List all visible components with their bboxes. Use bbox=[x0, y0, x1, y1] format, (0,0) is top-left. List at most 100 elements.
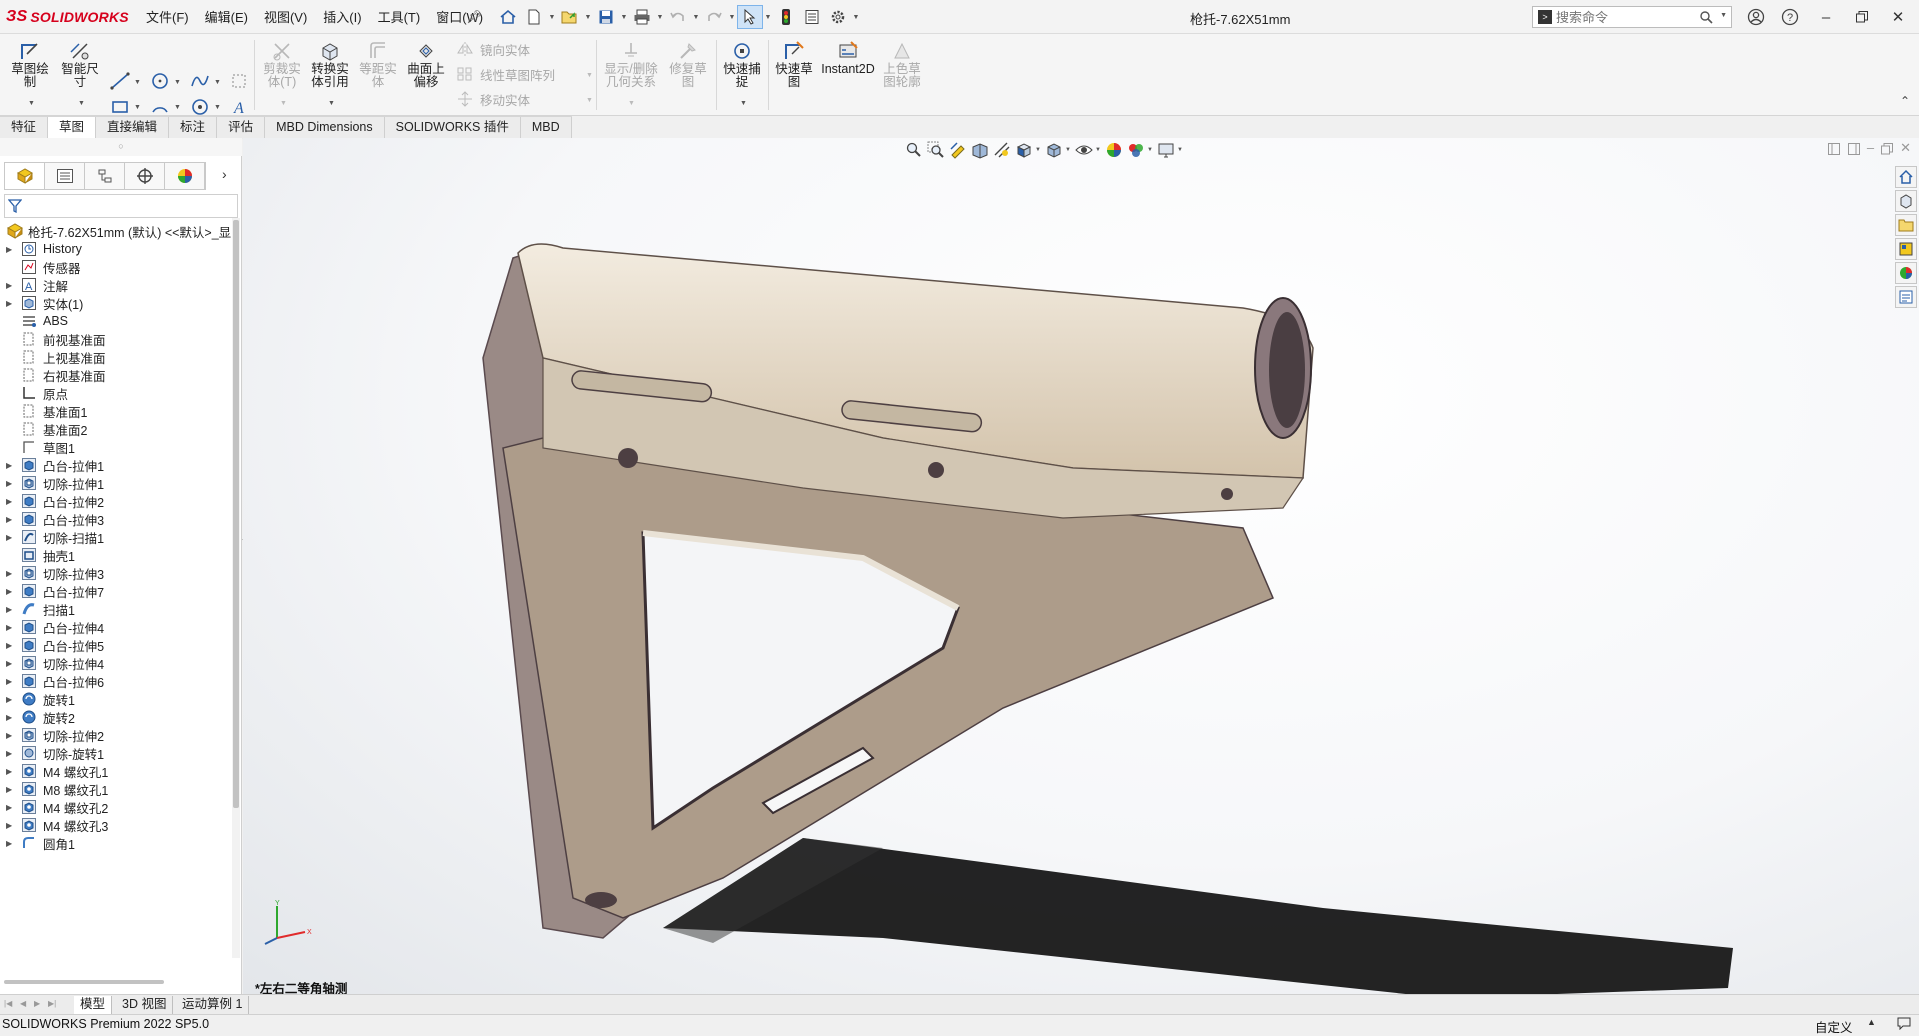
tree-item[interactable]: ▶ 切除-拉伸4 bbox=[6, 654, 104, 672]
tree-item[interactable]: ▶ 凸台-拉伸5 bbox=[6, 636, 104, 654]
display-manager-tab-icon[interactable] bbox=[165, 163, 205, 189]
menu-file[interactable]: 文件(F) bbox=[138, 9, 197, 27]
linear-pattern-button[interactable]: 线性草图阵列 bbox=[456, 63, 555, 85]
tree-item[interactable]: ▶ 旋转2 bbox=[6, 708, 75, 726]
last-tab-icon[interactable]: ▶| bbox=[48, 999, 56, 1008]
expand-arrow-icon[interactable]: ▶ bbox=[6, 605, 20, 614]
chevron-down-icon[interactable]: ▼ bbox=[174, 104, 181, 111]
expand-arrow-icon[interactable]: ▶ bbox=[6, 245, 20, 254]
expand-arrow-icon[interactable]: ▶ bbox=[6, 785, 20, 794]
undo-icon[interactable] bbox=[665, 5, 691, 29]
menu-tools[interactable]: 工具(T) bbox=[370, 9, 429, 27]
mirror-entities-button[interactable]: 镜向实体 bbox=[456, 38, 530, 60]
tab-motion-study[interactable]: 运动算例 1 bbox=[176, 996, 250, 1014]
tree-filter[interactable] bbox=[4, 194, 238, 218]
chevron-down-icon[interactable]: ▼ bbox=[328, 100, 335, 107]
property-manager-tab-icon[interactable] bbox=[45, 163, 85, 189]
tree-item[interactable]: ▶ 凸台-拉伸1 bbox=[6, 456, 104, 474]
tree-item[interactable]: ▶ 圆角1 bbox=[6, 834, 75, 852]
shaded-sketch-button[interactable]: 上色草图轮廓 bbox=[878, 38, 926, 89]
dimxpert-manager-tab-icon[interactable] bbox=[125, 163, 165, 189]
tree-item[interactable]: ▶ 凸台-拉伸4 bbox=[6, 618, 104, 636]
expand-arrow-icon[interactable]: ▶ bbox=[6, 839, 20, 848]
rifle-stock-model[interactable] bbox=[243, 138, 1919, 994]
chevron-down-icon[interactable]: ▼ bbox=[280, 100, 287, 107]
search-box[interactable]: > ▼ bbox=[1532, 6, 1732, 28]
sketch-button[interactable]: 草图绘制 bbox=[6, 38, 54, 89]
next-tab-icon[interactable]: ▶ bbox=[34, 999, 40, 1008]
chevron-down-icon[interactable]: ▼ bbox=[78, 100, 85, 107]
expand-arrow-icon[interactable]: ▶ bbox=[6, 281, 20, 290]
chevron-down-icon[interactable]: ▼ bbox=[628, 100, 635, 107]
tree-item[interactable]: 基准面1 bbox=[6, 402, 87, 420]
expand-arrow-icon[interactable]: ▶ bbox=[6, 479, 20, 488]
save-icon[interactable] bbox=[593, 5, 619, 29]
chevron-down-icon[interactable]: ▼ bbox=[134, 79, 141, 86]
menu-insert[interactable]: 插入(I) bbox=[315, 9, 369, 27]
menu-edit[interactable]: 编辑(E) bbox=[197, 9, 256, 27]
previous-tab-icon[interactable]: ◀ bbox=[20, 999, 26, 1008]
feature-manager-tab-icon[interactable] bbox=[5, 163, 45, 189]
tree-item[interactable]: 抽壳1 bbox=[6, 546, 75, 564]
graphics-area[interactable]: ▼ ▼ ▼ ▼ ▼ – ✕ Y X *左右二等角轴测 bbox=[243, 138, 1919, 994]
expand-arrow-icon[interactable]: ▶ bbox=[6, 659, 20, 668]
expand-arrow-icon[interactable]: ▶ bbox=[6, 731, 20, 740]
expand-arrow-icon[interactable]: ▶ bbox=[6, 533, 20, 542]
tree-item[interactable]: 草图1 bbox=[6, 438, 75, 456]
smart-dimension-button[interactable]: 智能尺寸 bbox=[56, 38, 104, 89]
construction-geometry-icon[interactable] bbox=[230, 72, 248, 93]
tree-item[interactable]: 原点 bbox=[6, 384, 68, 402]
chevron-down-icon[interactable]: ▼ bbox=[727, 5, 737, 29]
chevron-down-icon[interactable]: ▼ bbox=[547, 5, 557, 29]
first-tab-icon[interactable]: |◀ bbox=[4, 999, 12, 1008]
print-icon[interactable] bbox=[629, 5, 655, 29]
chevron-down-icon[interactable]: ▼ bbox=[655, 5, 665, 29]
chevron-down-icon[interactable]: ▼ bbox=[134, 104, 141, 111]
tree-item[interactable]: ▶ 旋转1 bbox=[6, 690, 75, 708]
solidworks-logo[interactable]: ЗS SOLIDWORKS bbox=[6, 7, 129, 27]
chevron-down-icon[interactable]: ▼ bbox=[583, 5, 593, 29]
user-account-icon[interactable] bbox=[1744, 6, 1768, 28]
feedback-chat-icon[interactable] bbox=[1896, 1016, 1912, 1033]
tree-vertical-scrollbar[interactable] bbox=[232, 218, 240, 958]
tab-direct-editing[interactable]: 直接编辑 bbox=[96, 117, 170, 139]
chevron-down-icon[interactable]: ▼ bbox=[1720, 12, 1727, 19]
spline-icon[interactable] bbox=[190, 72, 210, 93]
expand-arrow-icon[interactable]: ▶ bbox=[6, 695, 20, 704]
tree-item[interactable]: ▶ 扫描1 bbox=[6, 600, 75, 618]
tree-item[interactable]: ▶ History bbox=[6, 240, 82, 258]
expand-arrow-icon[interactable]: ▶ bbox=[6, 713, 20, 722]
tree-item[interactable]: ▶ M4 螺纹孔3 bbox=[6, 816, 108, 834]
tree-item[interactable]: ▶ 切除-拉伸2 bbox=[6, 726, 104, 744]
trim-entities-button[interactable]: 剪裁实体(T) bbox=[258, 38, 306, 89]
chevron-down-icon[interactable]: ▼ bbox=[174, 79, 181, 86]
filter-icon[interactable] bbox=[7, 199, 23, 216]
tab-mbd-dimensions[interactable]: MBD Dimensions bbox=[265, 117, 385, 139]
instant2d-button[interactable]: Instant2D bbox=[820, 38, 876, 76]
search-icon[interactable] bbox=[1699, 10, 1713, 27]
tree-item[interactable]: ▶ 凸台-拉伸6 bbox=[6, 672, 104, 690]
offset-on-surface-button[interactable]: 曲面上偏移 bbox=[402, 38, 450, 89]
select-cursor-icon[interactable] bbox=[737, 5, 763, 29]
new-document-icon[interactable] bbox=[521, 5, 547, 29]
tab-sketch[interactable]: 草图 bbox=[48, 117, 97, 139]
panel-grip[interactable]: ○ bbox=[0, 138, 242, 156]
chevron-down-icon[interactable]: ▼ bbox=[619, 5, 629, 29]
expand-arrow-icon[interactable]: ▶ bbox=[6, 497, 20, 506]
chevron-down-icon[interactable]: ▼ bbox=[740, 100, 747, 107]
rapid-sketch-button[interactable]: 快速草图 bbox=[770, 38, 818, 89]
tree-root-part[interactable]: 枪托-7.62X51mm (默认) <<默认>_显 bbox=[6, 222, 231, 240]
tree-item[interactable]: ▶ 凸台-拉伸7 bbox=[6, 582, 104, 600]
tab-markup[interactable]: 标注 bbox=[169, 117, 218, 139]
expand-arrow-icon[interactable]: ▶ bbox=[6, 677, 20, 686]
tree-item[interactable]: ▶ M8 螺纹孔1 bbox=[6, 780, 108, 798]
expand-arrow-icon[interactable]: ▶ bbox=[6, 515, 20, 524]
move-entities-button[interactable]: 移动实体 bbox=[456, 88, 530, 110]
repair-sketch-button[interactable]: 修复草图 bbox=[664, 38, 712, 89]
quick-snaps-button[interactable]: 快速捕捉 bbox=[718, 38, 766, 89]
tree-item[interactable]: 基准面2 bbox=[6, 420, 87, 438]
chevron-down-icon[interactable]: ▼ bbox=[763, 5, 773, 29]
tree-item[interactable]: 传感器 bbox=[6, 258, 81, 276]
status-unit-system[interactable]: 自定义 bbox=[1815, 1017, 1853, 1036]
tree-item[interactable]: ▶ M4 螺纹孔2 bbox=[6, 798, 108, 816]
